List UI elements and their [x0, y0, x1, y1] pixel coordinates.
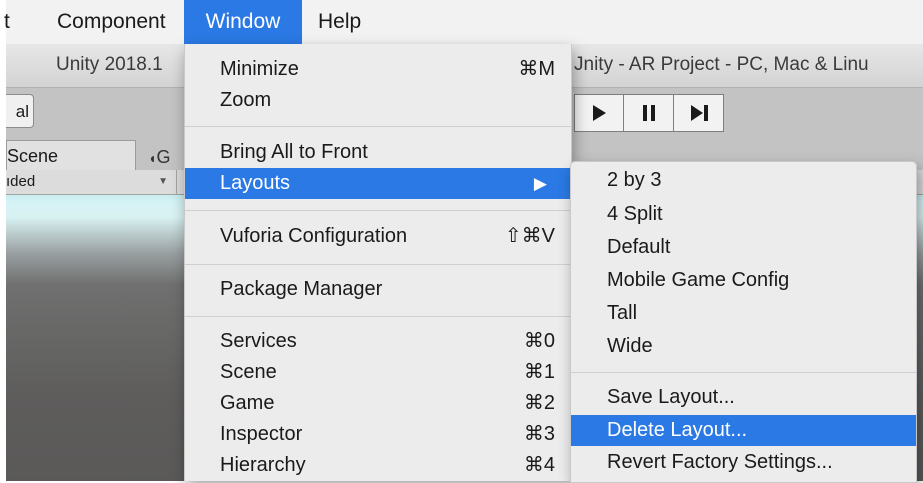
menu-item-label: Save Layout...	[607, 386, 735, 408]
menu-separator	[185, 126, 571, 127]
menu-item-shortcut: ⇧⌘V	[504, 225, 555, 247]
layout-item-2-by-3[interactable]: 2 by 3	[571, 165, 916, 196]
layout-item-wide[interactable]: Wide	[571, 331, 916, 362]
menu-bar: t Component Window Help	[4, 0, 923, 44]
menu-item-label: Tall	[607, 302, 638, 324]
revert-factory-settings-item[interactable]: Revert Factory Settings...	[571, 447, 916, 478]
layout-item-mobile-game-config[interactable]: Mobile Game Config	[571, 265, 916, 296]
menubar-help[interactable]: Help	[314, 0, 365, 44]
menu-item-minimize[interactable]: Minimize ⌘M	[185, 54, 571, 85]
menu-item-label: Game	[220, 392, 275, 414]
layouts-submenu: 2 by 3 4 Split Default Mobile Game Confi…	[570, 161, 917, 483]
global-toggle-button[interactable]: al	[6, 94, 34, 128]
play-button[interactable]	[574, 94, 624, 132]
pause-button[interactable]	[624, 94, 674, 132]
window-title-right: Jnity - AR Project - PC, Mac & Linu	[574, 54, 869, 75]
menu-item-label: Inspector	[220, 423, 303, 445]
menu-item-shortcut: ⌘1	[523, 361, 555, 383]
menu-item-label: Bring All to Front	[220, 141, 368, 163]
menu-item-label: Wide	[607, 335, 653, 357]
menu-item-bring-all-to-front[interactable]: Bring All to Front	[185, 137, 571, 168]
menu-item-label: Zoom	[220, 89, 272, 111]
menubar-component[interactable]: Component	[53, 0, 170, 44]
menu-item-label: Scene	[220, 361, 277, 383]
tab-game[interactable]: ◖G	[148, 144, 188, 170]
menu-separator	[571, 372, 916, 373]
menu-item-label: Revert Factory Settings...	[607, 451, 833, 473]
layout-item-default[interactable]: Default	[571, 232, 916, 263]
step-button[interactable]	[674, 94, 724, 132]
menu-item-label: Services	[220, 330, 297, 352]
menu-item-layouts[interactable]: Layouts ▶	[185, 168, 571, 199]
menu-item-label: Hierarchy	[220, 454, 306, 476]
chevron-right-icon: ▶	[533, 174, 547, 193]
menu-item-shortcut: ⌘2	[523, 392, 555, 414]
menu-item-vuforia-configuration[interactable]: Vuforia Configuration ⇧⌘V	[185, 221, 571, 252]
play-icon	[593, 105, 606, 121]
menu-item-inspector[interactable]: Inspector ⌘3	[185, 419, 571, 450]
step-icon	[690, 105, 708, 121]
menu-item-game[interactable]: Game ⌘2	[185, 388, 571, 419]
menu-item-shortcut: ⌘0	[523, 330, 555, 352]
window-menu: Minimize ⌘M Zoom Bring All to Front Layo…	[184, 44, 572, 481]
pause-icon	[642, 105, 655, 121]
menu-separator	[185, 264, 571, 265]
menu-item-shortcut: ⌘M	[518, 58, 555, 80]
menubar-edit[interactable]: t	[4, 0, 18, 44]
menu-item-scene[interactable]: Scene ⌘1	[185, 357, 571, 388]
tab-scene[interactable]: Scene	[6, 140, 136, 171]
menu-separator	[185, 210, 571, 211]
shading-mode-label: ıded	[6, 173, 36, 190]
menu-item-shortcut: ⌘4	[523, 454, 555, 476]
tab-game-label: G	[156, 147, 171, 167]
menu-separator	[185, 316, 571, 317]
menu-item-services[interactable]: Services ⌘0	[185, 326, 571, 357]
menu-item-shortcut: ⌘3	[523, 423, 555, 445]
menu-item-label: Mobile Game Config	[607, 269, 790, 291]
menu-item-hierarchy[interactable]: Hierarchy ⌘4	[185, 450, 571, 481]
menu-item-label: Minimize	[220, 58, 299, 80]
layout-item-4-split[interactable]: 4 Split	[571, 199, 916, 230]
menu-item-package-manager[interactable]: Package Manager	[185, 274, 571, 305]
menu-item-label: Layouts	[220, 172, 291, 194]
chevron-down-icon: ▼	[158, 176, 168, 187]
menu-item-label: Delete Layout...	[607, 419, 748, 441]
layout-item-tall[interactable]: Tall	[571, 298, 916, 329]
menu-item-label: Default	[607, 236, 671, 258]
menu-item-label: Package Manager	[220, 278, 383, 300]
menu-item-label: 2 by 3	[607, 169, 662, 191]
play-controls	[574, 94, 724, 134]
menu-item-zoom[interactable]: Zoom	[185, 85, 571, 116]
window-title-left: Unity 2018.1	[56, 54, 163, 75]
save-layout-item[interactable]: Save Layout...	[571, 382, 916, 413]
menubar-window[interactable]: Window	[184, 0, 302, 44]
menu-item-label: 4 Split	[607, 203, 663, 225]
menu-item-label: Vuforia Configuration	[220, 225, 408, 247]
shading-mode-dropdown[interactable]: ıded ▼	[6, 170, 177, 194]
delete-layout-item[interactable]: Delete Layout...	[571, 415, 916, 446]
